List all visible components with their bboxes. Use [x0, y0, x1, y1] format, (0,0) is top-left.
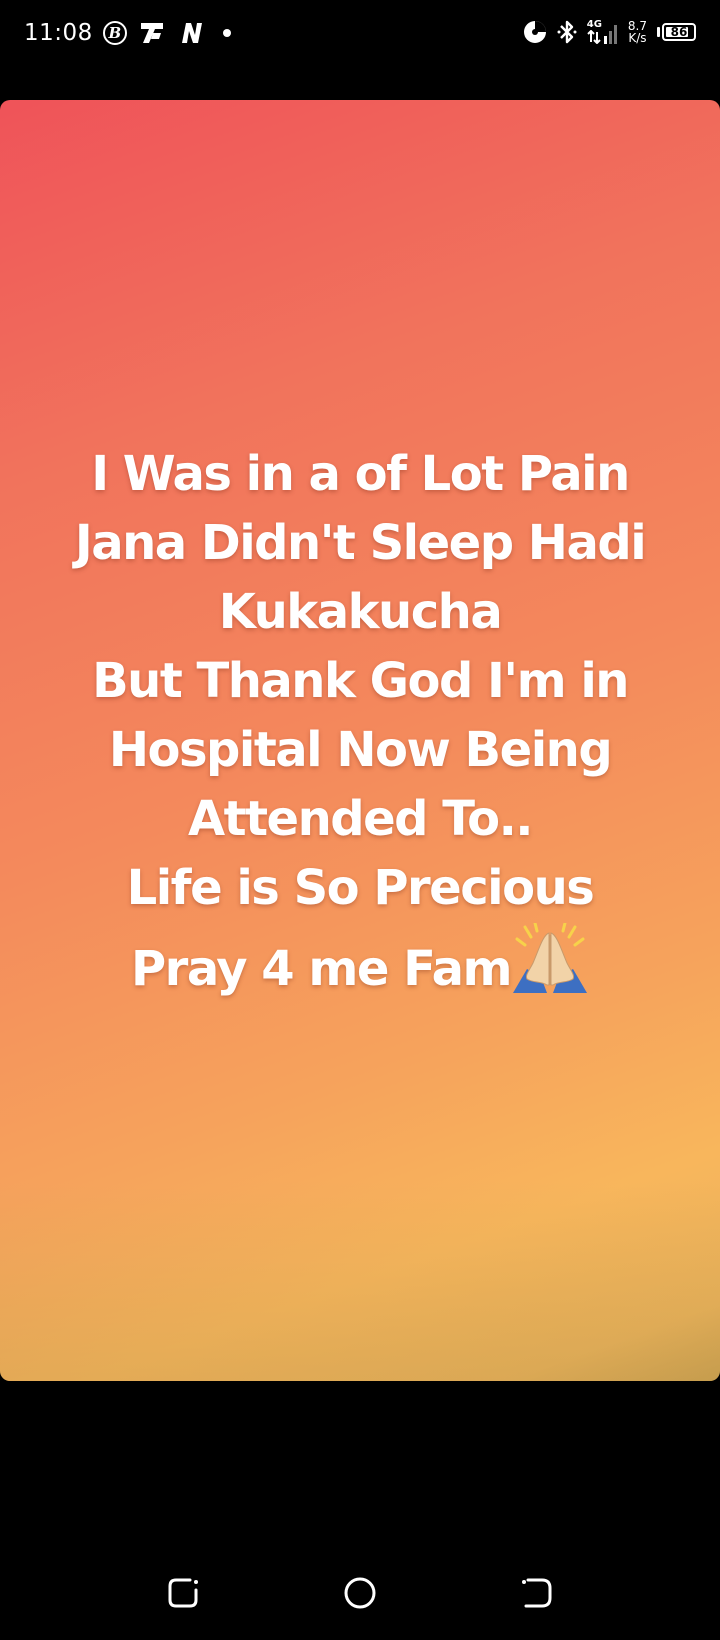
- back-button[interactable]: [514, 1570, 560, 1616]
- recents-button[interactable]: [160, 1570, 206, 1616]
- network-speed: 8.7 K/s: [628, 20, 647, 44]
- battery-tick: [657, 27, 660, 37]
- battery-percent: 86: [670, 25, 688, 39]
- story-line: Hospital Now Being: [108, 722, 613, 778]
- status-bar: 11:08 B 4G 8.7 K/s 86: [0, 0, 720, 66]
- home-button[interactable]: [337, 1570, 383, 1616]
- story-line-last-text: Pray 4 me Fam: [130, 941, 513, 997]
- story-line: But Thank God I'm in: [92, 653, 629, 709]
- signal-icon: 4G: [587, 20, 618, 44]
- data-saver-icon: [523, 21, 546, 43]
- battery-icon: 86: [657, 23, 696, 41]
- netflix-n-icon: [181, 23, 202, 43]
- nav-bar: [0, 1560, 720, 1626]
- story-line: Attended To..: [187, 791, 534, 847]
- status-left: 11:08 B: [24, 16, 231, 50]
- story-line: I Was in a of Lot Pain: [91, 446, 630, 502]
- status-right: 4G 8.7 K/s 86: [523, 14, 696, 50]
- story-line: Jana Didn't Sleep Hadi: [74, 515, 647, 571]
- screen: 11:08 B 4G 8.7 K/s 86 I Was in a of Lot …: [0, 0, 720, 1640]
- story-text: I Was in a of Lot Pain Jana Didn't Sleep…: [30, 440, 690, 1004]
- signal-bars-icon: [603, 25, 617, 44]
- app-notification-icon: [140, 23, 163, 43]
- data-arrows-icon: [587, 30, 602, 44]
- network-type-label: 4G: [586, 19, 602, 30]
- b-circle-icon: B: [102, 21, 127, 45]
- bluetooth-icon: [557, 20, 577, 44]
- network-speed-unit: K/s: [628, 31, 647, 45]
- story-line-last: Pray 4 me Fam: [30, 923, 690, 1004]
- story-card[interactable]: I Was in a of Lot Pain Jana Didn't Sleep…: [0, 100, 720, 1381]
- story-line: Life is So Precious: [126, 860, 595, 916]
- battery-body: 86: [662, 23, 696, 41]
- praying-hands-icon: [513, 923, 588, 993]
- status-time: 11:08: [24, 20, 93, 46]
- story-line: Kukakucha: [218, 584, 503, 640]
- notification-dot-icon: [222, 29, 231, 37]
